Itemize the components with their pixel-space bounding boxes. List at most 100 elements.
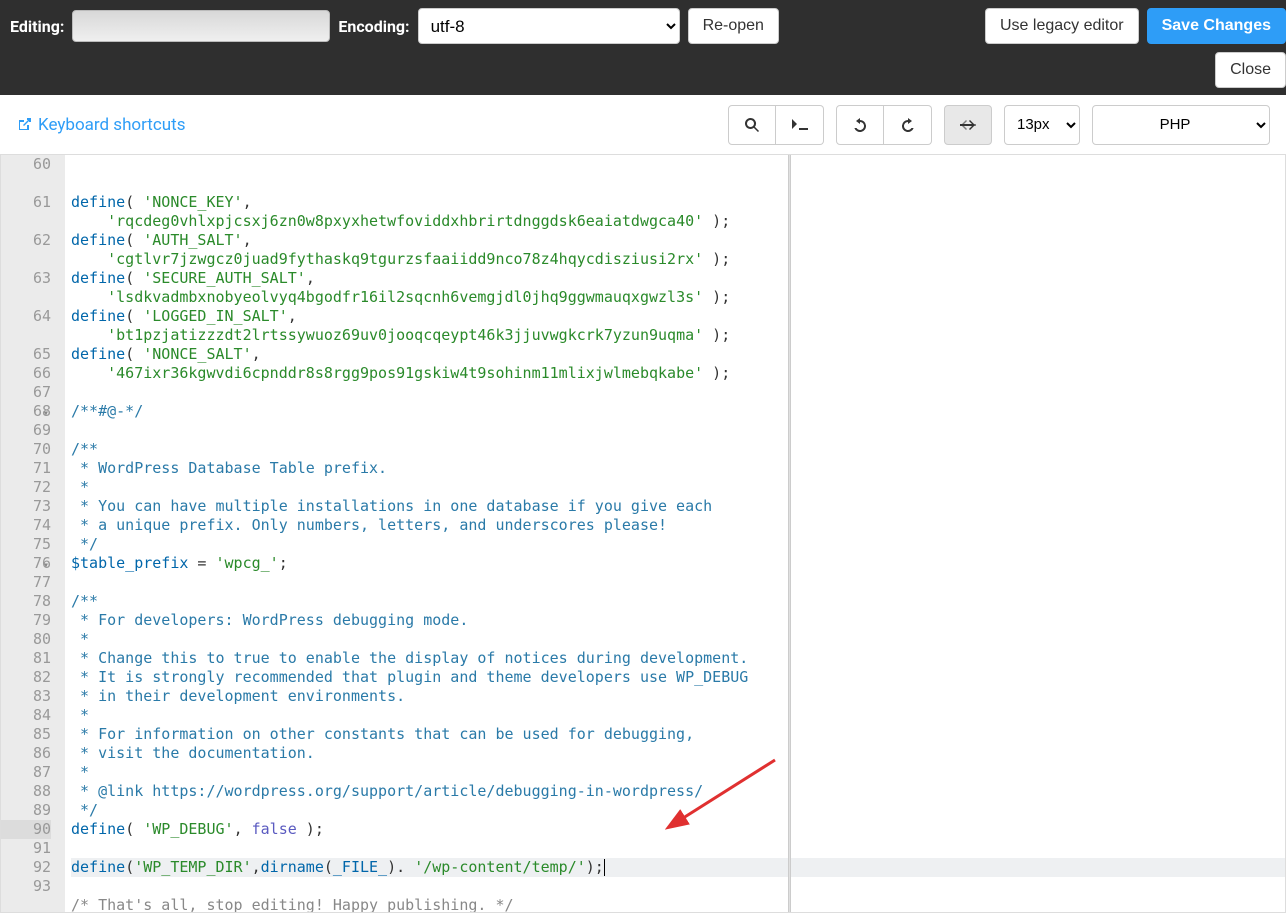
line-number: 83 — [1, 687, 51, 706]
search-icon — [744, 117, 760, 133]
code-line[interactable]: $table_prefix = 'wpcg_'; — [71, 554, 1285, 573]
text-cursor — [604, 859, 605, 876]
top-bar: Editing: Encoding: utf-8 Re-open Use leg… — [0, 0, 1286, 95]
code-line[interactable]: define( 'NONCE_SALT', — [71, 345, 1285, 364]
line-number: 62 — [1, 231, 51, 250]
wrap-toggle-button[interactable] — [944, 105, 992, 145]
save-changes-button[interactable]: Save Changes — [1147, 8, 1286, 44]
line-number: 64 — [1, 307, 51, 326]
line-number: 72 — [1, 478, 51, 497]
code-line[interactable]: * @link https://wordpress.org/support/ar… — [71, 782, 1285, 801]
code-line[interactable]: * a unique prefix. Only numbers, letters… — [71, 516, 1285, 535]
font-size-select[interactable]: 13px — [1004, 105, 1080, 145]
code-line[interactable] — [71, 877, 1285, 896]
code-content[interactable]: define( 'NONCE_KEY', 'rqcdeg0vhlxpjcsxj6… — [65, 155, 1285, 912]
code-line[interactable]: * — [71, 706, 1285, 725]
terminal-icon — [791, 118, 809, 132]
line-number: 78 — [1, 592, 51, 611]
language-select[interactable]: PHP — [1092, 105, 1270, 145]
line-number — [1, 288, 51, 307]
code-line[interactable]: define( 'NONCE_KEY', — [71, 193, 1285, 212]
line-number — [1, 174, 51, 193]
code-line[interactable]: * — [71, 478, 1285, 497]
line-number: 87 — [1, 763, 51, 782]
line-number: 63 — [1, 269, 51, 288]
line-number: 85 — [1, 725, 51, 744]
encoding-select[interactable]: utf-8 — [418, 8, 680, 44]
code-line[interactable]: /**#@-*/ — [71, 402, 1285, 421]
editing-label: Editing: — [10, 17, 64, 36]
line-number: 77 — [1, 573, 51, 592]
line-number: 79 — [1, 611, 51, 630]
code-line[interactable]: * — [71, 630, 1285, 649]
line-number: 70 — [1, 440, 51, 459]
code-line[interactable]: 'rqcdeg0vhlxpjcsxj6zn0w8pxyxhetwfoviddxh… — [71, 212, 1285, 231]
line-number: 61 — [1, 193, 51, 212]
code-line[interactable]: * in their development environments. — [71, 687, 1285, 706]
external-link-icon — [16, 117, 32, 133]
code-line[interactable]: * — [71, 763, 1285, 782]
splitter-handle[interactable] — [788, 155, 791, 912]
line-number — [1, 250, 51, 269]
reopen-button[interactable]: Re-open — [688, 8, 779, 44]
code-line[interactable]: * For information on other constants tha… — [71, 725, 1285, 744]
terminal-button[interactable] — [776, 105, 824, 145]
code-line[interactable]: define( 'LOGGED_IN_SALT', — [71, 307, 1285, 326]
line-number: 89 — [1, 801, 51, 820]
code-line[interactable]: * Change this to true to enable the disp… — [71, 649, 1285, 668]
code-line[interactable]: * It is strongly recommended that plugin… — [71, 668, 1285, 687]
code-line[interactable]: * visit the documentation. — [71, 744, 1285, 763]
code-line[interactable]: /** — [71, 592, 1285, 611]
line-number: 68▾ — [1, 402, 51, 421]
line-number: 66 — [1, 364, 51, 383]
line-number — [1, 326, 51, 345]
code-line[interactable]: /** — [71, 440, 1285, 459]
legacy-editor-button[interactable]: Use legacy editor — [985, 8, 1139, 44]
line-number: 80 — [1, 630, 51, 649]
code-line[interactable]: define( 'WP_DEBUG', false ); — [71, 820, 1285, 839]
code-line[interactable]: */ — [71, 801, 1285, 820]
code-line[interactable] — [71, 421, 1285, 440]
encoding-label: Encoding: — [338, 17, 409, 36]
wrap-icon — [959, 119, 977, 131]
code-line[interactable]: 'bt1pzjatizzzdt2lrtssywuoz69uv0jooqcqeyp… — [71, 326, 1285, 345]
code-line[interactable]: 'lsdkvadmbxnobyeolvyq4bgodfr16il2sqcnh6v… — [71, 288, 1285, 307]
line-number: 74 — [1, 516, 51, 535]
code-line[interactable]: * For developers: WordPress debugging mo… — [71, 611, 1285, 630]
line-number: 81 — [1, 649, 51, 668]
search-button[interactable] — [728, 105, 776, 145]
code-editor[interactable]: 606162636465666768▾6970717273747576▾7778… — [0, 155, 1286, 913]
line-number: 67 — [1, 383, 51, 402]
keyboard-shortcuts-label: Keyboard shortcuts — [38, 115, 185, 135]
code-line[interactable] — [71, 573, 1285, 592]
close-button[interactable]: Close — [1215, 52, 1286, 88]
code-line[interactable]: '467ixr36kgwvdi6cpnddr8s8rgg9pos91gskiw4… — [71, 364, 1285, 383]
code-line[interactable] — [71, 383, 1285, 402]
code-line[interactable]: 'cgtlvr7jzwgcz0juad9fythaskq9tgurzsfaaii… — [71, 250, 1285, 269]
editor-toolbar: Keyboard shortcuts 13px PHP — [0, 95, 1286, 155]
code-line[interactable]: */ — [71, 535, 1285, 554]
line-number: 65 — [1, 345, 51, 364]
redo-button[interactable] — [884, 105, 932, 145]
line-number: 69 — [1, 421, 51, 440]
code-line[interactable]: /* That's all, stop editing! Happy publi… — [71, 896, 1285, 912]
code-line[interactable]: define('WP_TEMP_DIR',dirname(_FILE_). '/… — [71, 858, 1285, 877]
line-number: 82 — [1, 668, 51, 687]
code-line[interactable] — [71, 839, 1285, 858]
line-number: 90 — [1, 820, 51, 839]
undo-button[interactable] — [836, 105, 884, 145]
code-line[interactable]: define( 'SECURE_AUTH_SALT', — [71, 269, 1285, 288]
code-line[interactable]: define( 'AUTH_SALT', — [71, 231, 1285, 250]
undo-icon — [852, 117, 868, 133]
line-number: 73 — [1, 497, 51, 516]
line-number: 91 — [1, 839, 51, 858]
line-number: 75 — [1, 535, 51, 554]
keyboard-shortcuts-link[interactable]: Keyboard shortcuts — [16, 115, 185, 135]
code-line[interactable]: * WordPress Database Table prefix. — [71, 459, 1285, 478]
line-number: 92 — [1, 858, 51, 877]
code-line[interactable]: * You can have multiple installations in… — [71, 497, 1285, 516]
line-number: 60 — [1, 155, 51, 174]
editing-input[interactable] — [72, 10, 330, 42]
line-number: 71 — [1, 459, 51, 478]
line-number — [1, 212, 51, 231]
